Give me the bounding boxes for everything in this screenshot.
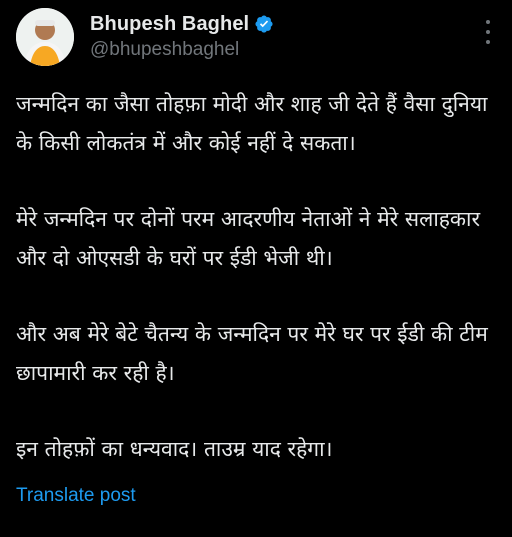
author-handle[interactable]: @bhupeshbaghel xyxy=(90,39,274,61)
more-dot xyxy=(486,20,490,24)
post-paragraph: इन तोहफ़ों का धन्यवाद। ताउम्र याद रहेगा। xyxy=(16,437,333,461)
post-paragraph: और अब मेरे बेटे चैतन्य के जन्मदिन पर मेर… xyxy=(16,322,488,385)
display-name[interactable]: Bhupesh Baghel xyxy=(90,13,249,36)
author-names: Bhupesh Baghel @bhupeshbaghel xyxy=(90,8,274,61)
post-text: जन्मदिन का जैसा तोहफ़ा मोदी और शाह जी दे… xyxy=(16,85,496,469)
post: Bhupesh Baghel @bhupeshbaghel जन्मदिन का… xyxy=(0,0,512,537)
post-header: Bhupesh Baghel @bhupeshbaghel xyxy=(16,8,496,70)
more-dot xyxy=(486,40,490,44)
name-row: Bhupesh Baghel xyxy=(90,11,274,37)
post-paragraph: जन्मदिन का जैसा तोहफ़ा मोदी और शाह जी दे… xyxy=(16,92,488,155)
translate-post-link[interactable]: Translate post xyxy=(16,485,136,507)
more-dot xyxy=(486,30,490,34)
post-paragraph: मेरे जन्मदिन पर दोनों परम आदरणीय नेताओं … xyxy=(16,207,481,270)
more-options-icon[interactable] xyxy=(478,20,498,44)
avatar[interactable] xyxy=(16,8,74,66)
verified-badge-icon xyxy=(254,14,274,34)
